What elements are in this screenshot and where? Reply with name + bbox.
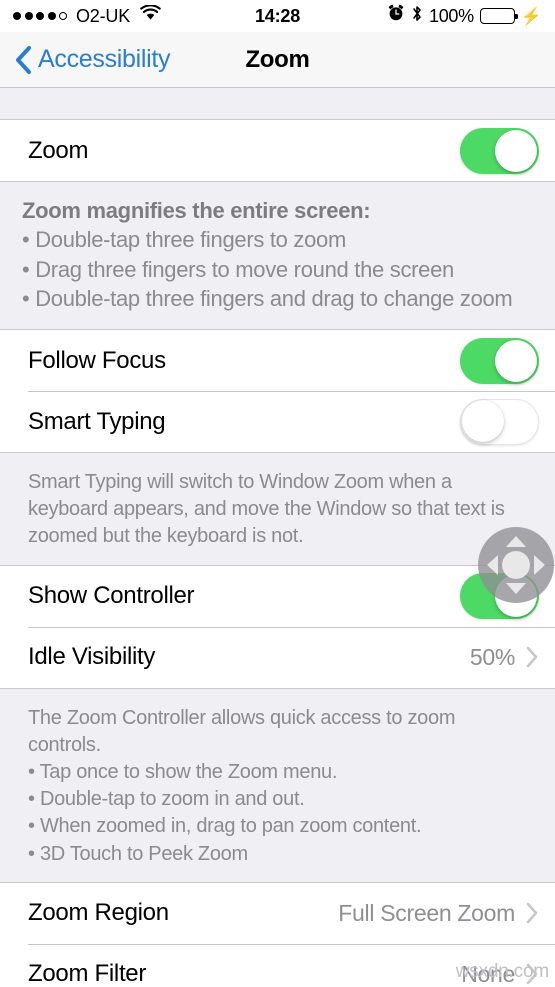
zoom-description-bullet: • Drag three fingers to move round the s… — [22, 256, 454, 282]
signal-dot — [47, 12, 56, 20]
zoom-controller-center — [502, 551, 530, 579]
controller-description-bullet: • Double-tap to zoom in and out. — [28, 788, 305, 811]
signal-dot-empty — [59, 12, 67, 20]
zoom-region-value: Full Screen Zoom — [338, 899, 515, 926]
smart-typing-toggle[interactable] — [460, 398, 539, 445]
zoom-section: Zoom — [0, 119, 555, 182]
zoom-description-bullet: • Double-tap three fingers and drag to c… — [22, 285, 513, 311]
battery-percentage: 100% — [428, 5, 474, 26]
row-label-zoom-region: Zoom Region — [28, 899, 169, 927]
row-show-controller[interactable]: Show Controller — [0, 565, 555, 627]
row-label-zoom: Zoom — [28, 136, 89, 164]
chevron-right-icon — [525, 645, 539, 669]
zoom-description: Zoom magnifies the entire screen: • Doub… — [0, 182, 555, 329]
row-smart-typing[interactable]: Smart Typing — [0, 391, 555, 452]
zoom-controller[interactable] — [478, 527, 554, 603]
toggle-knob — [495, 339, 537, 382]
follow-focus-toggle[interactable] — [460, 337, 539, 384]
arrow-up-icon — [506, 536, 526, 547]
row-label-smart-typing: Smart Typing — [28, 407, 166, 435]
row-label-idle-visibility: Idle Visibility — [28, 643, 156, 671]
controller-description-heading: The Zoom Controller allows quick access … — [28, 706, 456, 756]
arrow-right-icon — [534, 555, 545, 575]
row-label-follow-focus: Follow Focus — [28, 346, 166, 374]
status-bar-left: O2-UK — [13, 4, 161, 27]
toggle-knob — [495, 129, 537, 172]
row-zoom-region[interactable]: Zoom Region Full Screen Zoom — [0, 882, 555, 944]
alarm-clock-icon — [387, 4, 405, 28]
chevron-right-icon — [525, 901, 539, 925]
focus-typing-section: Follow Focus Smart Typing — [0, 329, 555, 453]
signal-dot — [36, 12, 44, 20]
signal-dot — [13, 12, 21, 20]
row-label-show-controller: Show Controller — [28, 582, 195, 610]
signal-strength-dots — [13, 12, 67, 20]
row-idle-visibility[interactable]: Idle Visibility 50% — [0, 626, 555, 688]
lightning-bolt-icon: ⚡ — [520, 6, 542, 26]
bluetooth-icon — [411, 4, 423, 29]
status-bar-right: 100% ⚡ — [387, 4, 542, 29]
zoom-filter-value: None — [461, 960, 515, 987]
chevron-right-icon — [525, 962, 539, 986]
toggle-knob — [461, 400, 504, 442]
controller-description-bullet: • When zoomed in, drag to pan zoom conte… — [28, 815, 422, 838]
navigation-bar: Accessibility Zoom — [0, 32, 555, 88]
status-bar: O2-UK 14:28 100% ⚡ — [0, 0, 555, 32]
back-button-label: Accessibility — [38, 45, 171, 73]
row-zoom[interactable]: Zoom — [0, 120, 555, 181]
idle-visibility-value: 50% — [469, 643, 515, 670]
zoom-description-bullet: • Double-tap three fingers to zoom — [22, 227, 347, 253]
carrier-name: O2-UK — [76, 5, 131, 26]
region-filter-section: Zoom Region Full Screen Zoom Zoom Filter… — [0, 881, 555, 987]
zoom-toggle[interactable] — [460, 127, 539, 174]
controller-description-bullet: • Tap once to show the Zoom menu. — [28, 760, 338, 783]
row-label-zoom-filter: Zoom Filter — [28, 960, 147, 987]
controller-description: The Zoom Controller allows quick access … — [0, 688, 555, 882]
controller-section: Show Controller Idle Visibility 50% — [0, 564, 555, 689]
arrow-left-icon — [487, 555, 498, 575]
signal-dot — [24, 12, 33, 20]
section-gap — [0, 88, 555, 119]
row-follow-focus[interactable]: Follow Focus — [0, 330, 555, 391]
iphone-screen: O2-UK 14:28 100% ⚡ Accessibility Zoom Zo… — [0, 0, 555, 987]
zoom-description-heading: Zoom magnifies the entire screen: — [22, 198, 371, 223]
chevron-left-icon — [14, 45, 32, 75]
row-zoom-filter[interactable]: Zoom Filter None — [0, 943, 555, 987]
battery-icon — [479, 8, 518, 24]
wifi-icon — [140, 4, 161, 27]
arrow-down-icon — [506, 583, 526, 594]
back-button[interactable]: Accessibility — [14, 45, 171, 75]
smart-typing-description: Smart Typing will switch to Window Zoom … — [0, 453, 555, 565]
controller-description-bullet: • 3D Touch to Peek Zoom — [28, 842, 248, 865]
